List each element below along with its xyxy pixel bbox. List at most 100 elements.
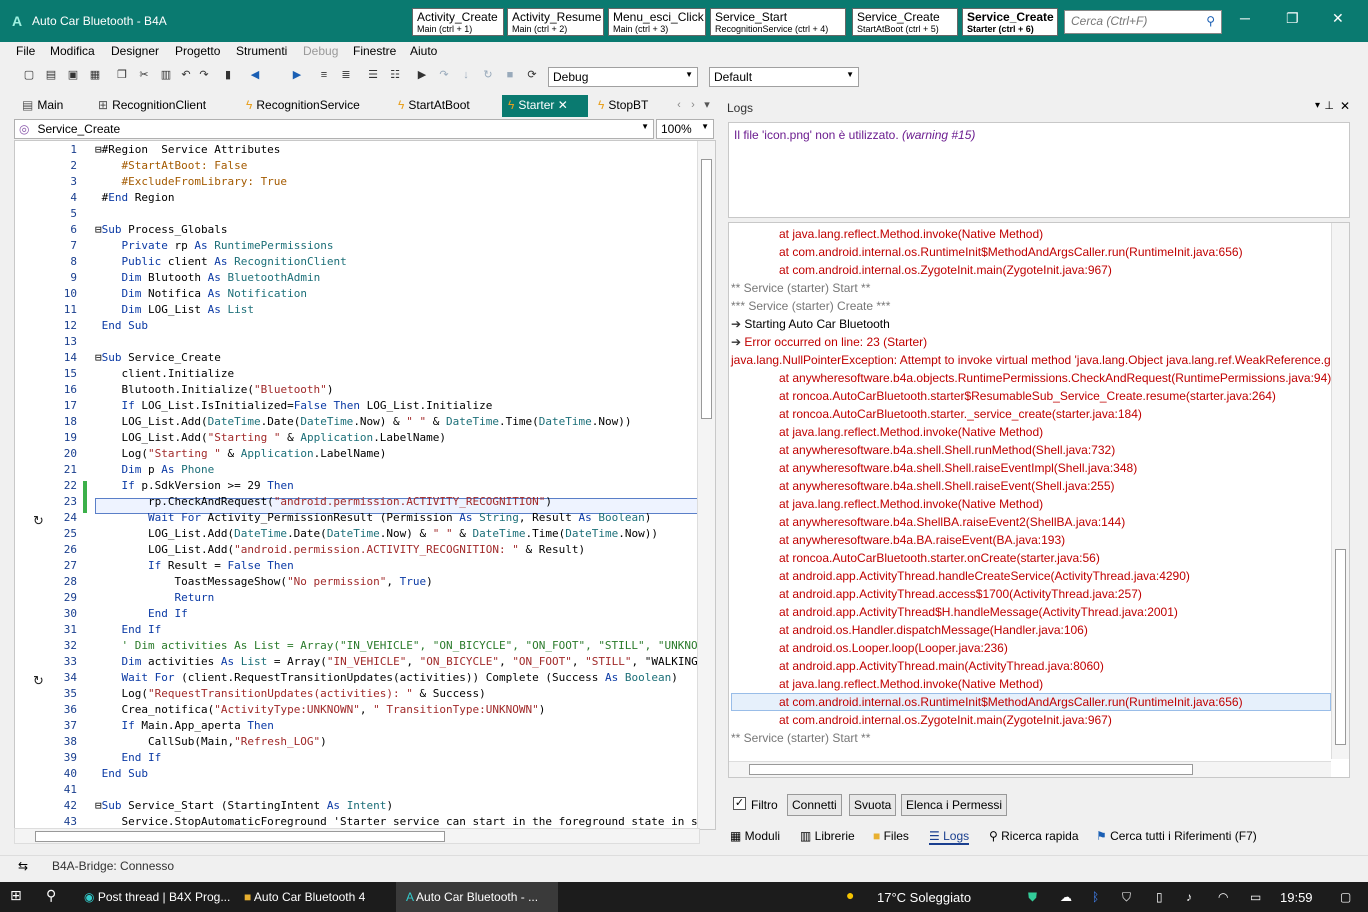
tab-logs[interactable]: ☰ Logs (929, 829, 970, 845)
log-line[interactable]: ➔ Error occurred on line: 23 (Starter) (731, 333, 927, 351)
menu-aiuto[interactable]: Aiuto (410, 44, 437, 58)
notifications-icon[interactable]: ▢ (1340, 890, 1351, 904)
warning-tag[interactable]: (warning #15) (902, 128, 975, 142)
tab-main[interactable]: ▤ Main (16, 95, 69, 117)
log-line[interactable]: at java.lang.reflect.Method.invoke(Nativ… (779, 675, 1043, 693)
code-line[interactable]: Log("Starting " & Application.LabelName) (95, 446, 386, 462)
tab-recognitionservice[interactable]: ϟ RecognitionService (240, 95, 366, 117)
step-out-icon[interactable]: ↻ (481, 68, 495, 82)
tab-find-references[interactable]: ⚑ Cerca tutti i Riferimenti (F7) (1096, 829, 1257, 845)
code-line[interactable]: ToastMessageShow("No permission", True) (95, 574, 432, 590)
code-line[interactable]: End Sub (95, 766, 148, 782)
log-line[interactable]: at roncoa.AutoCarBluetooth.starter._serv… (779, 405, 1142, 423)
back-icon[interactable]: ◀ (248, 68, 262, 82)
log-line[interactable]: at com.android.internal.os.ZygoteInit.ma… (779, 261, 1112, 279)
shield-icon[interactable]: ⛉ (1122, 890, 1131, 905)
code-line[interactable]: ⊟Sub Service_Create (95, 350, 221, 366)
wifi-icon[interactable]: ◠ (1218, 890, 1228, 904)
log-line[interactable]: at com.android.internal.os.RuntimeInit$M… (779, 693, 1243, 711)
tabs-menu-icon[interactable]: ▾ (700, 98, 714, 112)
menu-modifica[interactable]: Modifica (50, 44, 95, 58)
copy-icon[interactable]: ❐ (115, 68, 129, 82)
code-line[interactable]: Dim activities As List = Array("IN_VEHIC… (95, 654, 698, 670)
code-line[interactable]: If Main.App_aperta Then (95, 718, 274, 734)
log-line[interactable]: at anywheresoftware.b4a.shell.Shell.rais… (779, 477, 1115, 495)
pin-icon[interactable]: ⊥ (1324, 99, 1334, 112)
log-line[interactable]: at anywheresoftware.b4a.shell.Shell.runM… (779, 441, 1115, 459)
taskbar-b4a-item[interactable]: A Auto Car Bluetooth - ... (406, 890, 538, 904)
maximize-button[interactable]: ❐ (1286, 10, 1299, 27)
run-icon[interactable]: ▶ (415, 68, 429, 82)
log-line[interactable]: at android.app.ActivityThread.handleCrea… (779, 567, 1190, 585)
log-line[interactable]: at android.app.ActivityThread.main(Activ… (779, 657, 1104, 675)
logs-panel[interactable]: at java.lang.reflect.Method.invoke(Nativ… (728, 222, 1350, 778)
quick-tab-activity-create[interactable]: Activity_Create Main (ctrl + 1) (412, 8, 504, 36)
tab-librerie[interactable]: ▥ Librerie (800, 829, 855, 845)
code-line[interactable]: #StartAtBoot: False (95, 158, 247, 174)
code-line[interactable]: Crea_notifica("ActivityType:UNKNOWN", " … (95, 702, 545, 718)
editor-horizontal-scrollbar[interactable] (14, 828, 700, 844)
code-line[interactable]: ⊟Sub Service_Start (StartingIntent As In… (95, 798, 393, 814)
code-line[interactable]: If p.SdkVersion >= 29 Then (95, 478, 294, 494)
close-panel-icon[interactable]: ✕ (1340, 99, 1350, 113)
code-line[interactable]: End Sub (95, 318, 148, 334)
code-line[interactable]: If LOG_List.IsInitialized=False Then LOG… (95, 398, 493, 414)
log-line[interactable]: ➔ Starting Auto Car Bluetooth (731, 315, 890, 333)
code-line[interactable]: ⊟#Region Service Attributes (95, 142, 280, 158)
log-line[interactable]: at com.android.internal.os.ZygoteInit.ma… (779, 711, 1112, 729)
close-button[interactable]: ✕ (1332, 10, 1344, 27)
code-line[interactable]: Dim LOG_List As List (95, 302, 254, 318)
log-line[interactable]: at roncoa.AutoCarBluetooth.starter.onCre… (779, 549, 1100, 567)
log-line[interactable]: *** Service (starter) Create *** (731, 297, 890, 315)
undo-icon[interactable]: ↶ (179, 68, 193, 82)
filter-checkbox[interactable]: ✓ (733, 797, 746, 810)
scroll-thumb[interactable] (749, 764, 1193, 775)
code-line[interactable]: #End Region (95, 190, 175, 206)
comment-icon[interactable]: ☰ (366, 68, 380, 82)
log-line[interactable]: at android.os.Looper.loop(Looper.java:23… (779, 639, 1008, 657)
indent-icon[interactable]: ≡ (317, 68, 331, 82)
bookmark-icon[interactable]: ▮ (221, 68, 235, 82)
redo-icon[interactable]: ↷ (197, 68, 211, 82)
tab-startatboot[interactable]: ϟ StartAtBoot (392, 95, 476, 117)
tab-recognitionclient[interactable]: ⊞ RecognitionClient (92, 95, 212, 117)
log-line[interactable]: at com.android.internal.os.RuntimeInit$M… (779, 243, 1243, 261)
tab-stopbt[interactable]: ϟ StopBT (592, 95, 654, 117)
log-line[interactable]: at android.os.Handler.dispatchMessage(Ha… (779, 621, 1088, 639)
new-project-icon[interactable]: ▢ (22, 68, 36, 82)
scroll-thumb[interactable] (1335, 549, 1346, 745)
taskbar-edge-item[interactable]: ◉ Post thread | B4X Prog... (84, 890, 230, 904)
minimize-button[interactable]: ─ (1240, 10, 1250, 26)
scroll-thumb[interactable] (701, 159, 712, 419)
forward-icon[interactable]: ▶ (290, 68, 304, 82)
log-line[interactable]: at android.app.ActivityThread.access$170… (779, 585, 1142, 603)
code-line[interactable]: Private rp As RuntimePermissions (95, 238, 334, 254)
logs-horizontal-scrollbar[interactable] (729, 761, 1331, 777)
save-icon[interactable]: ▣ (66, 68, 80, 82)
log-line[interactable]: at android.app.ActivityThread$H.handleMe… (779, 603, 1178, 621)
step-into-icon[interactable]: ↓ (459, 68, 473, 82)
clear-button[interactable]: Svuota (849, 794, 897, 816)
code-line[interactable]: End If (95, 606, 188, 622)
menu-finestre[interactable]: Finestre (353, 44, 396, 58)
log-line[interactable]: at anywheresoftware.b4a.ShellBA.raiseEve… (779, 513, 1125, 531)
quick-tab-menu-esci-click[interactable]: Menu_esci_Click Main (ctrl + 3) (608, 8, 706, 36)
build-select[interactable]: Default ▼ (709, 67, 859, 87)
clock[interactable]: 19:59 (1280, 890, 1313, 905)
quick-tab-activity-resume[interactable]: Activity_Resume Main (ctrl + 2) (507, 8, 604, 36)
weather-text[interactable]: 17°C Soleggiato (877, 890, 971, 905)
log-line[interactable]: at anywheresoftware.b4a.objects.RuntimeP… (779, 369, 1331, 387)
outdent-icon[interactable]: ≣ (339, 68, 353, 82)
cut-icon[interactable]: ✂ (137, 68, 151, 82)
editor-vertical-scrollbar[interactable] (697, 141, 715, 829)
code-line[interactable]: #ExcludeFromLibrary: True (95, 174, 287, 190)
log-line[interactable]: java.lang.NullPointerException: Attempt … (731, 351, 1337, 369)
code-line[interactable]: End If (95, 750, 162, 766)
code-line[interactable]: Dim p As Phone (95, 462, 215, 478)
zoom-select[interactable]: 100% ▼ (656, 119, 714, 139)
code-line[interactable]: ⊟Sub Process_Globals (95, 222, 227, 238)
code-line[interactable]: LOG_List.Add("Starting " & Application.L… (95, 430, 446, 446)
log-line[interactable]: at anywheresoftware.b4a.shell.Shell.rais… (779, 459, 1137, 477)
code-line[interactable]: CallSub(Main,"Refresh_LOG") (95, 734, 327, 750)
code-line[interactable]: Wait For Activity_PermissionResult (Perm… (95, 510, 651, 526)
